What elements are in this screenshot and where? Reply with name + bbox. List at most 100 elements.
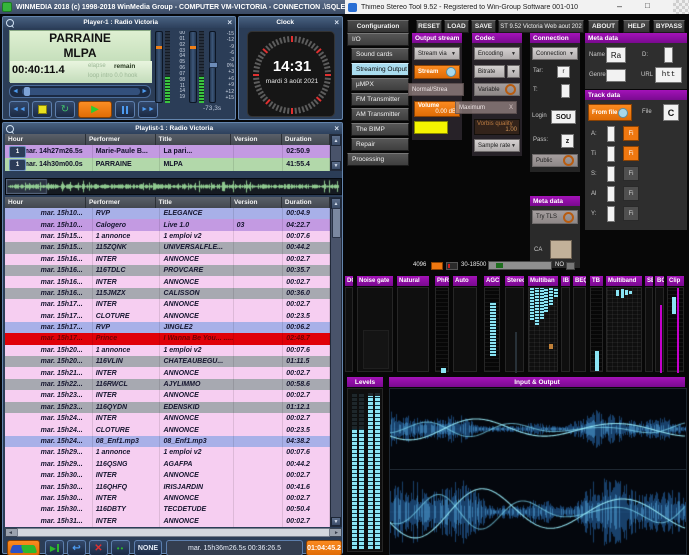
playlist-scroll-down-icon[interactable]: ▼	[331, 517, 341, 526]
bitrate-dropdown[interactable]: Bitrate	[474, 65, 505, 78]
stereotool-titlebar[interactable]: Thimeo Stereo Tool 9.52 - Registered to …	[345, 0, 689, 14]
help-button[interactable]: HELP	[623, 20, 650, 33]
meter-label-bc[interactable]: BC	[655, 276, 664, 286]
maximize-icon[interactable]: □	[645, 1, 650, 10]
public-radio[interactable]: Public	[532, 154, 578, 167]
trackdata-field[interactable]	[607, 186, 615, 202]
clock-titlebar[interactable]: Clock ×	[239, 17, 342, 28]
sidebar-item-processing[interactable]: Processing	[347, 153, 409, 166]
t-field[interactable]	[561, 84, 570, 98]
hscroll-thumb[interactable]	[17, 528, 330, 537]
player-titlebar[interactable]: Player-1 : Radio Victoria ×	[3, 17, 235, 28]
rewind-button[interactable]: ◄◄	[9, 101, 29, 118]
player-remain-label[interactable]: remain	[114, 63, 135, 70]
table-row[interactable]: mar. 15h16...INTERANNONCE00:02.7	[5, 254, 330, 265]
hscroll-right-icon[interactable]: ►	[332, 530, 341, 536]
bypass-button[interactable]: BYPASS	[653, 20, 685, 33]
queue-scroll-down-icon[interactable]: ▼	[331, 161, 341, 170]
loop-button[interactable]: ↻	[55, 101, 75, 118]
table-row[interactable]: mar. 15h17...CLOTUREANNONCE00:23.5	[5, 311, 330, 322]
login-field[interactable]: SOU	[551, 110, 576, 124]
genre-field[interactable]	[606, 69, 626, 82]
playlist-titlebar[interactable]: Playlist-1 : Radio Victoria ×	[3, 123, 342, 134]
table-row[interactable]: mar. 15h30...INTERANNONCE00:02.7	[5, 470, 330, 481]
name-field[interactable]: Ra	[606, 47, 626, 63]
url-field[interactable]: htt	[655, 67, 682, 83]
table-row[interactable]: mar. 15h30...116QHFQIRISJARDIN00:41.6	[5, 481, 330, 492]
progress-right-arrow-icon[interactable]: ►	[141, 88, 148, 95]
meter-label-stereo[interactable]: Stereo	[505, 276, 524, 286]
meter-label-noise-gate[interactable]: Noise gate	[357, 276, 393, 286]
stream-via-dropdown[interactable]: Stream via▼	[414, 47, 460, 60]
volume-control[interactable]: Volume 0.00 dB	[414, 101, 460, 117]
table-row[interactable]: mar. 15h30...INTERANNONCE00:02.7	[5, 493, 330, 504]
clock-close-icon[interactable]: ×	[331, 19, 342, 27]
table-row[interactable]: mar. 15h20...1 annonce1 emploi v200:07.6	[5, 345, 330, 356]
progress-thumb[interactable]	[24, 87, 30, 96]
undo-button[interactable]: ↩	[67, 540, 86, 555]
trackdata-fi-button[interactable]: Fi	[623, 186, 639, 201]
waveform-strip[interactable]	[5, 178, 342, 195]
meter-label-multiband[interactable]: Multiband	[606, 276, 642, 286]
playlist-close-icon[interactable]: ×	[331, 125, 342, 133]
table-row[interactable]: mar. 15h17...RVPJINGLE200:06.2	[5, 322, 330, 333]
play-next-button[interactable]: ▶	[45, 540, 64, 555]
hscroll-left-icon[interactable]: ◄	[6, 530, 15, 536]
range-slider[interactable]	[488, 261, 552, 270]
stream-toggle[interactable]: Stream	[414, 65, 460, 79]
table-row[interactable]: mar. 15h16...115JMZXCALISSON00:36.0	[5, 288, 330, 299]
reset-button[interactable]: RESET	[416, 20, 442, 33]
table-row[interactable]: mar. 15h24...INTERANNONCE00:02.7	[5, 413, 330, 424]
play-button[interactable]: ▶	[78, 101, 112, 118]
fader-left[interactable]	[155, 31, 163, 103]
trackdata-fi-button[interactable]: Fi	[623, 126, 639, 141]
tab-configuration[interactable]: Configuration	[347, 20, 409, 33]
queue-scroll-up-icon[interactable]: ▲	[331, 135, 341, 146]
column-performer[interactable]: Performer	[86, 134, 156, 145]
stop-button[interactable]	[32, 101, 52, 118]
meter-label-beq[interactable]: BEQ	[573, 276, 586, 286]
playlist-magnifier-icon[interactable]	[6, 125, 14, 133]
sidebar-item-am-transmitter[interactable]: AM Transmitter	[351, 108, 409, 121]
queue-scrollbar[interactable]: ▲ ▼	[330, 134, 342, 171]
meter-label-clip[interactable]: Clip	[667, 276, 684, 286]
table-row[interactable]: mar. 14h30m00.0s1PARRAINEMLPA41:55.4	[5, 158, 330, 171]
trackdata-field[interactable]	[607, 126, 615, 142]
meter-label-sb[interactable]: SB	[645, 276, 653, 286]
table-row[interactable]: mar. 15h29...116QSNGAGAFPA00:44.2	[5, 459, 330, 470]
meter-label-natural[interactable]: Natural	[397, 276, 429, 286]
target-field[interactable]: r	[557, 66, 570, 78]
vorbis-quality[interactable]: Vorbis quality 1.00	[474, 119, 520, 135]
fast-forward-button[interactable]: ►►	[138, 101, 158, 118]
preset-selector[interactable]: ST 9.52 Victoria Web aout 202	[498, 20, 584, 33]
maximum-overlay[interactable]: MaximumX	[455, 101, 517, 114]
d-field[interactable]	[664, 47, 673, 63]
fader-right[interactable]	[189, 31, 197, 103]
horizontal-scrollbar[interactable]: ◄ ►	[5, 528, 342, 537]
meter-label-tb[interactable]: TB	[590, 276, 603, 286]
table-row[interactable]: mar. 15h31...INTERANNONCE00:02.7	[5, 516, 330, 527]
trackdata-fi-button[interactable]: Fi	[623, 206, 639, 221]
table-row[interactable]: mar. 15h29...1 annonce1 emploi v200:07.6	[5, 447, 330, 458]
save-button[interactable]: SAVE	[471, 20, 496, 33]
pitch-slider[interactable]	[209, 31, 216, 103]
file-field[interactable]: C	[663, 104, 679, 121]
try-tls-radio[interactable]: Try TLS	[532, 210, 578, 224]
from-file-toggle[interactable]: From file	[588, 104, 632, 121]
table-row[interactable]: mar. 15h23...INTERANNONCE00:02.7	[5, 390, 330, 401]
trackdata-field[interactable]	[607, 166, 615, 182]
column-title[interactable]: Title	[156, 134, 231, 145]
load-button[interactable]: LOAD	[444, 20, 469, 33]
trackdata-fi-button[interactable]: Fi	[623, 146, 639, 161]
column-hour[interactable]: Hour	[5, 197, 86, 208]
table-row[interactable]: mar. 15h23...116QYDNEDENSKID01:12.1	[5, 402, 330, 413]
progress-left-arrow-icon[interactable]: ◄	[12, 88, 19, 95]
column-hour[interactable]: Hour	[5, 134, 86, 145]
table-row[interactable]: mar. 15h16...116TDLCPROVCARE00:35.7	[5, 265, 330, 276]
table-row[interactable]: mar. 14h27m26.5s1Marie-Paule B...La pari…	[5, 145, 330, 158]
bitrate-arrow[interactable]: ▼	[507, 65, 520, 78]
connection-dropdown[interactable]: Connection▼	[532, 47, 578, 60]
pause-button[interactable]	[115, 101, 135, 118]
table-row[interactable]: mar. 15h10...RVPELEGANCE00:04.9	[5, 208, 330, 219]
options-button[interactable]: ••	[111, 540, 130, 555]
